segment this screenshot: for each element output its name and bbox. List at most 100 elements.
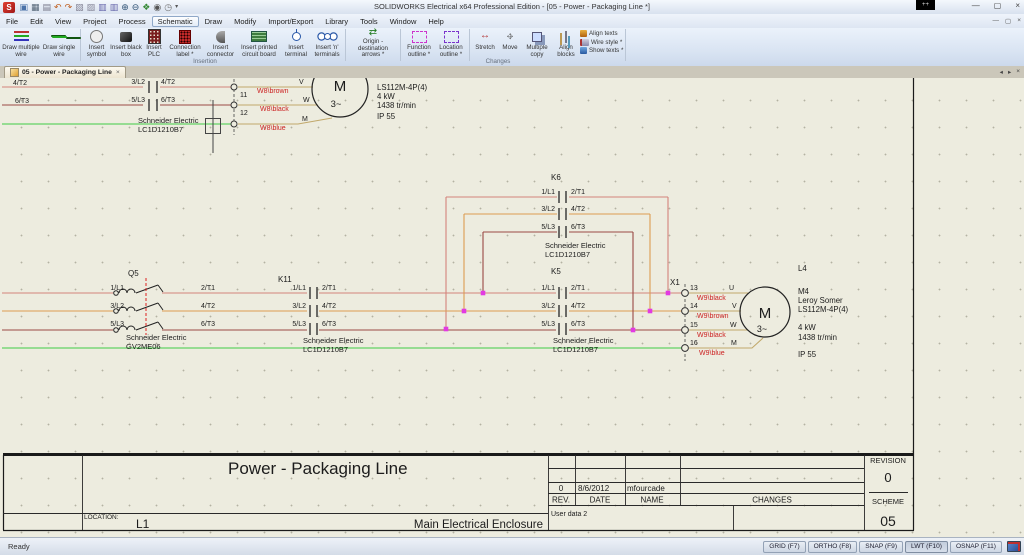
- component-m4[interactable]: U V W M M 3~ L4 M4 Leroy Somer LS112M-4P…: [729, 264, 849, 359]
- motor-spec: IP 55: [377, 112, 396, 121]
- insert-plc-button[interactable]: Insert PLC: [142, 28, 166, 59]
- pin-label: 1/L1: [541, 285, 555, 292]
- motor-symbol-letter: M: [334, 78, 347, 95]
- rev-date: 8/6/2012: [578, 484, 610, 493]
- move-button[interactable]: Move: [498, 28, 522, 59]
- drawing-canvas[interactable]: 4/T2 6/T3 3/L2 4/T2 5/L3 6/T3 Schneider …: [0, 78, 1024, 537]
- open-doc-icon[interactable]: ▥: [110, 1, 119, 14]
- motor-phase-label: 3~: [757, 324, 767, 334]
- motor-terminal-letter: M: [731, 340, 737, 347]
- new-doc-icon[interactable]: ▥: [98, 1, 107, 14]
- menu-view[interactable]: View: [49, 16, 77, 27]
- wire-label: W9\brown: [697, 313, 729, 320]
- ortho-toggle[interactable]: ORTHO (F8): [808, 541, 858, 553]
- ribbon: Draw multiple wire Draw single wire Inse…: [0, 28, 1024, 67]
- restore-button[interactable]: ▢: [994, 1, 1002, 10]
- print-icon[interactable]: ▤: [43, 1, 52, 14]
- pin-label: 3/L2: [131, 79, 145, 86]
- pin-label: 3/L2: [541, 303, 555, 310]
- manufacturer-label: Schneider Electric: [545, 241, 606, 250]
- draw-single-wire-button[interactable]: Draw single wire: [40, 28, 78, 59]
- terminal-icon: [287, 29, 305, 44]
- window-icon[interactable]: ▣: [20, 1, 29, 14]
- grid-toggle[interactable]: GRID (F7): [763, 541, 805, 553]
- insert-connector-button[interactable]: Insert connector: [204, 28, 237, 59]
- menu-window[interactable]: Window: [384, 16, 423, 27]
- close-button[interactable]: ×: [1015, 1, 1020, 10]
- tab-scroll-left-icon[interactable]: ◂: [1000, 68, 1003, 76]
- pin-label: 3/L2: [292, 303, 306, 310]
- insert-n-terminals-button[interactable]: Insert 'n' terminals: [311, 28, 343, 59]
- paste-icon[interactable]: ▧: [75, 1, 84, 14]
- app-logo-icon[interactable]: S: [3, 2, 15, 13]
- reference-label: LC1D1210B7: [138, 125, 183, 134]
- menu-help[interactable]: Help: [422, 16, 449, 27]
- save-icon[interactable]: ▦: [31, 1, 40, 14]
- location-outline-button[interactable]: Location outline *: [435, 28, 467, 59]
- child-restore-button[interactable]: ▢: [1005, 17, 1011, 25]
- menu-import-export[interactable]: Import/Export: [262, 16, 319, 27]
- origin-destination-arrows-button[interactable]: ⇄ Origin - destination arrows *: [348, 28, 398, 59]
- wire-label: W8\black: [260, 106, 289, 113]
- menu-schematic[interactable]: Schematic: [152, 16, 199, 27]
- insert-terminal-button[interactable]: Insert terminal: [281, 28, 311, 59]
- copy-icon[interactable]: ▨: [87, 1, 96, 14]
- pin-label: 1/L1: [110, 285, 124, 292]
- align-blocks-button[interactable]: Align blocks: [552, 28, 580, 59]
- redo-icon[interactable]: ↷: [65, 1, 73, 14]
- undo-icon[interactable]: ↶: [54, 1, 62, 14]
- show-texts-button[interactable]: Show texts *: [580, 47, 623, 54]
- child-close-button[interactable]: ×: [1017, 17, 1021, 25]
- zoom-in-icon[interactable]: ⊕: [121, 1, 129, 14]
- qat-dropdown-icon[interactable]: ▾: [175, 1, 178, 14]
- tab-scroll-right-icon[interactable]: ▸: [1008, 68, 1011, 76]
- pin-label: 6/T3: [571, 224, 585, 231]
- motor-symbol-letter: M: [759, 305, 772, 322]
- menu-draw[interactable]: Draw: [199, 16, 229, 27]
- menu-library[interactable]: Library: [319, 16, 354, 27]
- align-texts-button[interactable]: Align texts: [580, 30, 623, 37]
- menu-modify[interactable]: Modify: [228, 16, 262, 27]
- component-k11[interactable]: K11 1/L1 2/T1 3/L2 4/T2 5/L3 6/T3 Schnei…: [278, 275, 364, 354]
- menu-process[interactable]: Process: [113, 16, 152, 27]
- minimize-button[interactable]: —: [972, 1, 980, 10]
- motor-spec: 1438 tr/min: [377, 101, 416, 110]
- zoom-out-icon[interactable]: ⊖: [132, 1, 140, 14]
- connection-label-button[interactable]: Connection label *: [166, 28, 204, 59]
- history-icon[interactable]: ◷: [164, 1, 172, 14]
- snap-toggle[interactable]: SNAP (F9): [859, 541, 903, 553]
- status-monitor-icon[interactable]: [1007, 541, 1021, 552]
- pin-label: 4/T2: [571, 206, 585, 213]
- child-minimize-button[interactable]: —: [993, 17, 1000, 25]
- component-motor-top[interactable]: V W M M 3~ LS112M-4P(4) 4 kW 1438 tr/min…: [299, 78, 428, 123]
- find-icon[interactable]: ◉: [153, 1, 161, 14]
- insert-pcb-button[interactable]: Insert printed circuit board: [237, 28, 281, 59]
- lwt-toggle[interactable]: LWT (F10): [905, 541, 948, 553]
- menu-project[interactable]: Project: [77, 16, 112, 27]
- function-outline-button[interactable]: Function outline *: [403, 28, 435, 59]
- insert-black-box-button[interactable]: Insert black box: [110, 28, 142, 59]
- wire-style-button[interactable]: Wire style *: [580, 39, 623, 46]
- component-k6[interactable]: K6 1/L1 2/T1 3/L2 4/T2 5/L3 6/T3 Schneid…: [541, 173, 605, 259]
- reference-label: LS112M-4P(4): [798, 305, 849, 314]
- scheme-value: 05: [880, 513, 896, 529]
- schematic-drawing[interactable]: 4/T2 6/T3 3/L2 4/T2 5/L3 6/T3 Schneider …: [0, 78, 1024, 537]
- draw-multiple-wire-button[interactable]: Draw multiple wire: [2, 28, 40, 59]
- title-block: Power - Packaging Line Main Electrical E…: [3, 78, 914, 531]
- group-label-insertion: Insertion: [150, 58, 260, 65]
- menu-file[interactable]: File: [0, 16, 24, 27]
- osnap-toggle[interactable]: OSNAP (F11): [950, 541, 1002, 553]
- function-outline-icon: [410, 29, 428, 44]
- pan-icon[interactable]: ❖: [142, 1, 150, 14]
- pin-label: 5/L3: [110, 321, 124, 328]
- menu-edit[interactable]: Edit: [24, 16, 49, 27]
- tab-list-close-icon[interactable]: ×: [1016, 68, 1020, 76]
- insert-symbol-button[interactable]: Insert symbol: [83, 28, 110, 59]
- terminal-number: 11: [240, 92, 247, 99]
- multiple-copy-button[interactable]: Multiple copy: [522, 28, 552, 59]
- menu-tools[interactable]: Tools: [354, 16, 384, 27]
- component-q5[interactable]: Q5 1/L1 2/T1 3/L2 4/T2 5/L3 6/T3 Schneid…: [110, 269, 215, 351]
- stretch-button[interactable]: ↔ Stretch: [472, 28, 498, 59]
- tab-close-icon[interactable]: ×: [116, 69, 120, 76]
- tab-05-power-packaging-line[interactable]: 05 - Power - Packaging Line ×: [4, 66, 126, 78]
